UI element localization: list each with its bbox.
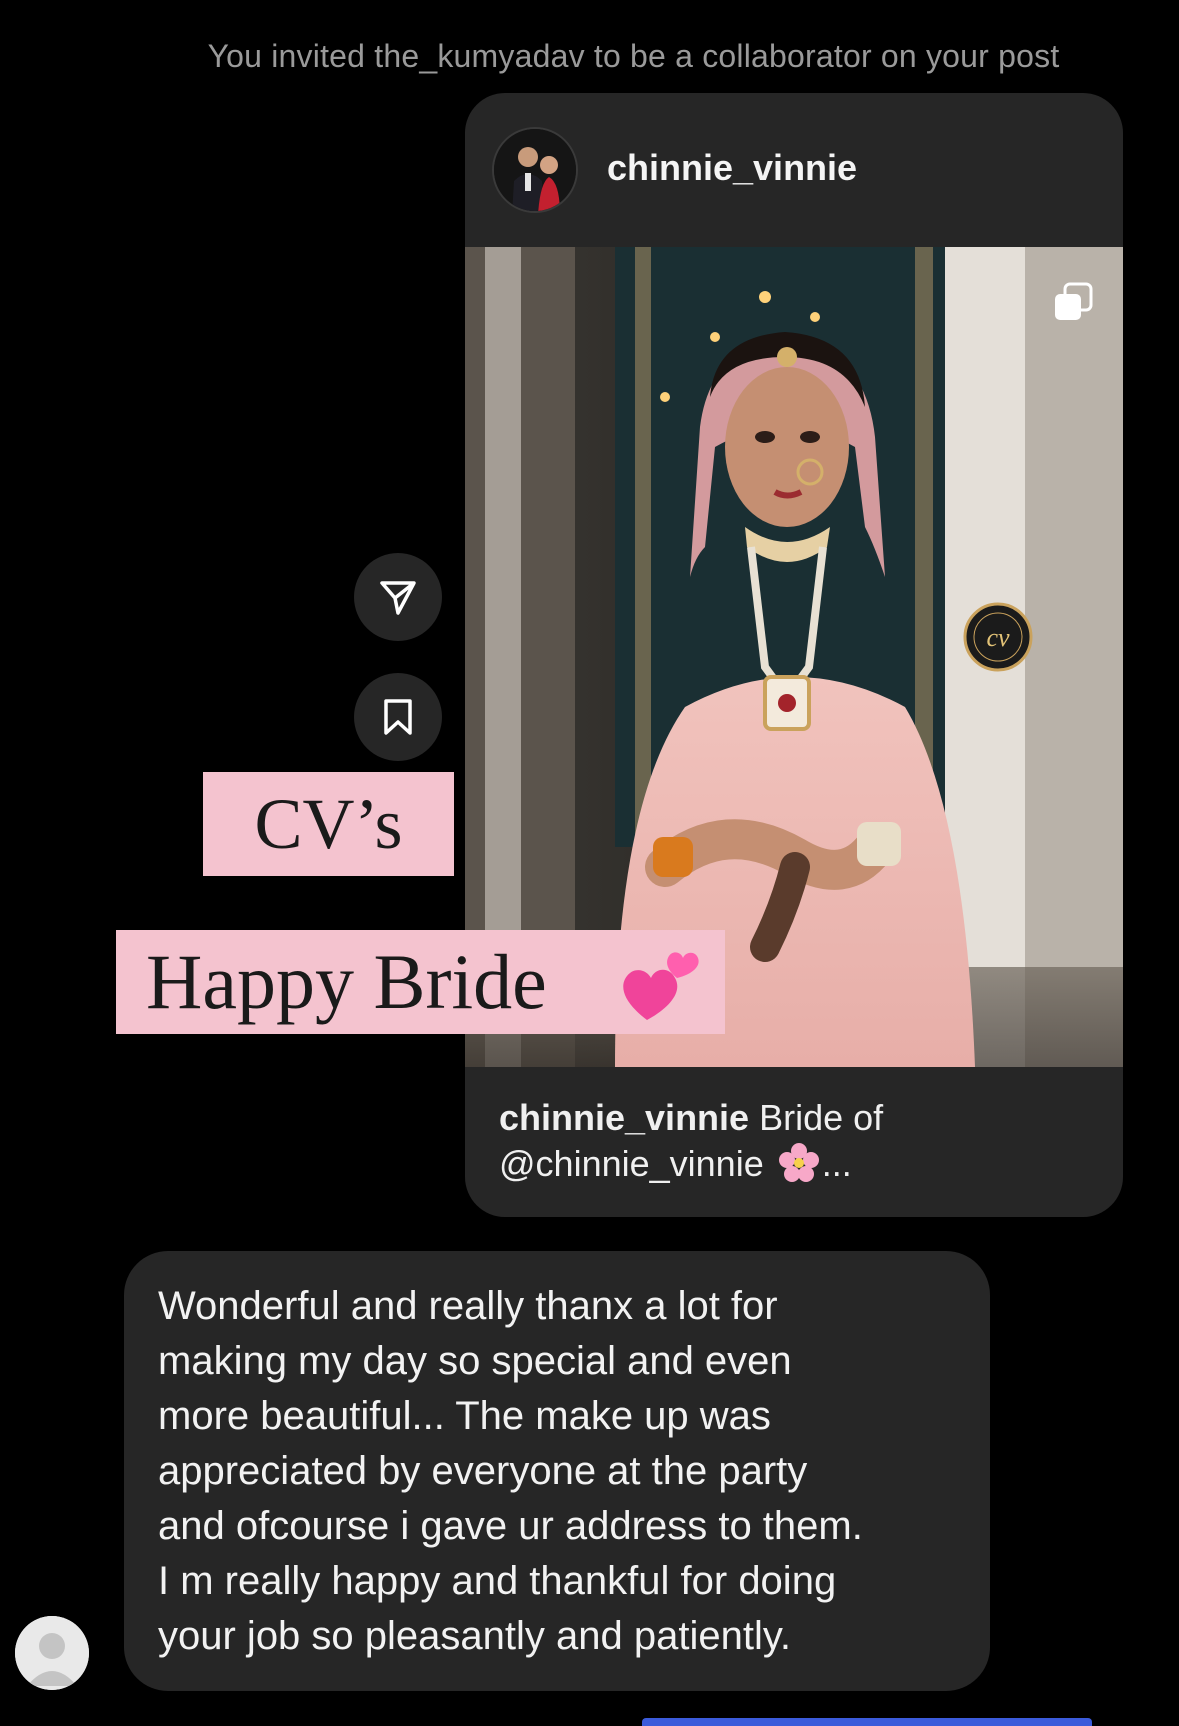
sticker-text-happy-bride[interactable]: Happy Bride: [116, 930, 725, 1034]
cherry-blossom-icon: [778, 1142, 820, 1184]
post-username[interactable]: chinnie_vinnie: [607, 147, 857, 189]
cv-logo-watermark-icon: cv: [963, 602, 1033, 672]
message-bubble[interactable]: Wonderful and really thanx a lot for mak…: [124, 1251, 990, 1691]
system-message: You invited the_kumyadav to be a collabo…: [207, 38, 1060, 74]
post-header[interactable]: chinnie_vinnie: [465, 93, 1123, 247]
svg-text:cv: cv: [986, 623, 1010, 652]
bookmark-icon: [384, 699, 412, 735]
default-user-avatar-icon[interactable]: [15, 1616, 89, 1690]
message-text: Wonderful and really thanx a lot for mak…: [158, 1284, 863, 1658]
shared-post-card[interactable]: chinnie_vinnie cv chinnie_vinnie Bride o…: [465, 93, 1123, 1217]
share-button[interactable]: [354, 553, 442, 641]
caption-mention[interactable]: @chinnie_vinnie: [499, 1143, 764, 1184]
paper-plane-icon: [380, 581, 416, 615]
sticker-text-cvs[interactable]: CV’s: [203, 772, 454, 876]
two-hearts-icon: [613, 938, 709, 1034]
caption-ellipsis: ...: [821, 1143, 852, 1184]
sticker-happy-bride-label: Happy Bride: [146, 938, 547, 1025]
caption-text: Bride of: [749, 1097, 884, 1138]
multiple-images-icon: [1053, 282, 1093, 322]
profile-couple-avatar-icon[interactable]: [492, 127, 578, 213]
save-button[interactable]: [354, 673, 442, 761]
post-caption[interactable]: chinnie_vinnie Bride of @chinnie_vinnie …: [499, 1095, 1099, 1187]
caption-username[interactable]: chinnie_vinnie: [499, 1097, 749, 1138]
bottom-accent-bar: [642, 1718, 1092, 1726]
